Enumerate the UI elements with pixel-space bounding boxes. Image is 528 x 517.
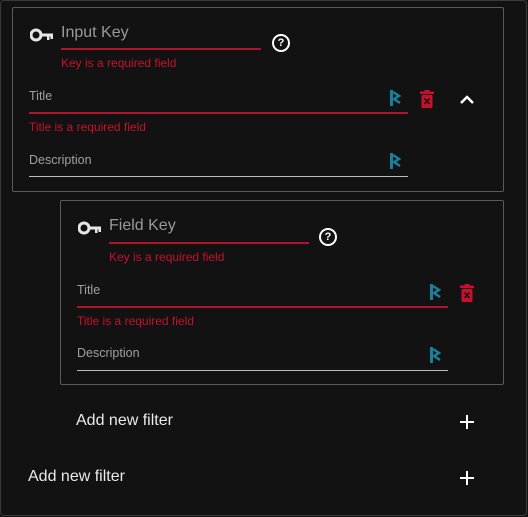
filter-editor-panel: Input Key ? Key is a required field Titl… [0, 0, 527, 516]
title-field[interactable]: Title [77, 280, 448, 308]
input-key-field[interactable]: Input Key [61, 24, 261, 50]
field-key-field[interactable]: Field Key [109, 217, 309, 244]
teal-translate-icon[interactable] [390, 90, 402, 106]
description-field[interactable]: Description [77, 343, 448, 371]
description-label: Description [29, 153, 92, 167]
title-error: Title is a required field [77, 314, 194, 328]
title-label: Title [29, 89, 53, 103]
add-new-filter-button-nested[interactable]: Add new filter [76, 412, 486, 434]
plus-icon[interactable] [459, 470, 475, 486]
key-icon [30, 28, 53, 42]
add-new-filter-button[interactable]: Add new filter [28, 468, 486, 490]
input-filter-card: Input Key ? Key is a required field Titl… [12, 7, 504, 192]
chevron-up-icon[interactable] [460, 95, 474, 105]
add-new-filter-label: Add new filter [28, 468, 125, 485]
trash-icon[interactable] [420, 90, 434, 108]
teal-translate-icon[interactable] [390, 153, 402, 169]
title-error: Title is a required field [29, 120, 146, 134]
field-key-placeholder: Field Key [109, 217, 176, 234]
teal-translate-icon[interactable] [430, 347, 442, 363]
plus-icon[interactable] [459, 414, 475, 430]
field-key-error: Key is a required field [109, 250, 225, 264]
input-key-placeholder: Input Key [61, 24, 129, 41]
teal-translate-icon[interactable] [430, 284, 442, 300]
input-key-error: Key is a required field [61, 56, 177, 70]
description-field[interactable]: Description [29, 150, 408, 177]
field-filter-card: Field Key ? Key is a required field Titl… [60, 200, 504, 385]
title-field[interactable]: Title [29, 86, 408, 114]
description-label: Description [77, 346, 140, 360]
key-icon [78, 221, 101, 235]
trash-icon[interactable] [460, 284, 474, 302]
add-new-filter-label: Add new filter [76, 412, 173, 429]
help-circle-icon[interactable]: ? [319, 228, 337, 246]
title-label: Title [77, 283, 101, 297]
help-circle-icon[interactable]: ? [272, 34, 290, 52]
